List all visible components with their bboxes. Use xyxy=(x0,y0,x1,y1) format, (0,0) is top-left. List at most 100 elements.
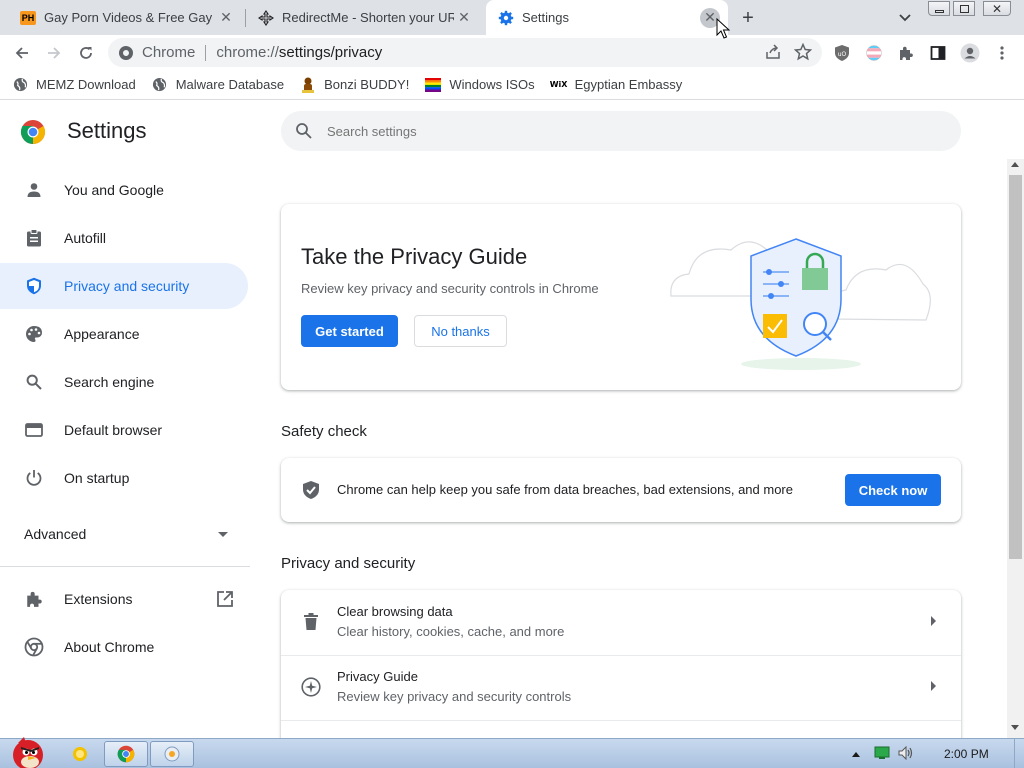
search-settings-box[interactable] xyxy=(281,111,961,151)
search-icon xyxy=(296,123,312,139)
tab-title: RedirectMe - Shorten your UR xyxy=(282,10,454,25)
mouse-cursor-icon xyxy=(716,18,730,39)
windows-taskbar: 2:00 PM xyxy=(0,737,1024,768)
window-close-button[interactable]: ✕ xyxy=(983,1,1011,16)
url-scheme: chrome:// xyxy=(216,44,279,61)
minimize-button[interactable] xyxy=(928,1,950,16)
trash-icon xyxy=(301,612,321,632)
bookmark-label: Bonzi BUDDY! xyxy=(324,77,410,92)
system-tray xyxy=(852,739,916,768)
bookmark-label: Windows ISOs xyxy=(449,77,535,92)
tab-strip: PH Gay Porn Videos & Free Gay M ✕ Redire… xyxy=(0,0,1024,35)
safety-check-description: Chrome can help keep you safe from data … xyxy=(337,482,793,497)
chevron-right-icon xyxy=(931,616,936,626)
sidebar-item-autofill[interactable]: Autofill xyxy=(0,215,248,261)
forward-button[interactable] xyxy=(40,39,68,67)
extensions-puzzle-icon[interactable] xyxy=(892,39,920,67)
network-icon[interactable] xyxy=(874,746,890,763)
search-input[interactable] xyxy=(327,123,927,139)
app-icon xyxy=(164,746,180,762)
sidebar-item-label: Autofill xyxy=(64,230,107,246)
sidebar-item-label: Extensions xyxy=(64,591,133,607)
bookmark-bonzi-buddy[interactable]: Bonzi BUDDY! xyxy=(300,77,409,93)
compass-icon xyxy=(301,677,321,697)
globe-icon xyxy=(152,77,168,93)
tab-title: Gay Porn Videos & Free Gay M xyxy=(44,10,216,25)
taskbar-clock[interactable]: 2:00 PM xyxy=(944,747,989,761)
start-button-angry-bird-icon[interactable] xyxy=(4,731,48,768)
shield-icon xyxy=(24,276,44,296)
row-subtitle: Clear history, cookies, cache, and more xyxy=(337,624,565,639)
bonzi-icon xyxy=(300,77,316,93)
menu-kebab-icon[interactable] xyxy=(988,39,1016,67)
reload-button[interactable] xyxy=(72,39,100,67)
sidebar-item-you-and-google[interactable]: You and Google xyxy=(0,167,248,213)
share-icon[interactable] xyxy=(764,43,782,65)
bookmark-memz[interactable]: MEMZ Download xyxy=(12,77,136,93)
tab-ph[interactable]: PH Gay Porn Videos & Free Gay M ✕ xyxy=(8,0,244,35)
sidebar-item-privacy-and-security[interactable]: Privacy and security xyxy=(0,263,248,309)
tray-expand-icon[interactable] xyxy=(852,751,860,757)
bookmark-star-icon[interactable] xyxy=(793,42,813,65)
maximize-button[interactable] xyxy=(953,1,975,16)
profile-avatar-icon[interactable] xyxy=(956,39,984,67)
sidebar-advanced-toggle[interactable]: Advanced xyxy=(24,526,232,542)
get-started-button[interactable]: Get started xyxy=(301,315,398,347)
folder-icon xyxy=(73,747,87,761)
scroll-down-arrow-icon[interactable] xyxy=(1011,725,1019,730)
clear-browsing-data-row[interactable]: Clear browsing data Clear history, cooki… xyxy=(281,590,961,655)
close-icon[interactable]: ✕ xyxy=(216,8,236,28)
close-icon[interactable]: ✕ xyxy=(454,8,474,28)
ublock-icon[interactable]: uO xyxy=(828,39,856,67)
privacy-guide-title: Take the Privacy Guide xyxy=(301,244,528,269)
privacy-security-card: Clear browsing data Clear history, cooki… xyxy=(281,590,961,738)
scroll-up-arrow-icon[interactable] xyxy=(1011,162,1019,167)
sidebar-item-search-engine[interactable]: Search engine xyxy=(0,359,248,405)
back-button[interactable] xyxy=(8,39,36,67)
bookmark-label: MEMZ Download xyxy=(36,77,136,92)
no-thanks-button[interactable]: No thanks xyxy=(414,315,507,347)
row-title: Clear browsing data xyxy=(337,604,453,619)
sidebar-item-appearance[interactable]: Appearance xyxy=(0,311,248,357)
wix-icon: WiX xyxy=(549,80,568,89)
new-tab-button[interactable]: + xyxy=(736,6,760,30)
taskbar-chrome-button[interactable] xyxy=(104,741,148,767)
bookmark-malware-database[interactable]: Malware Database xyxy=(152,77,284,93)
tab-redirectme[interactable]: RedirectMe - Shorten your UR ✕ xyxy=(246,0,482,35)
bookmark-label: Egyptian Embassy xyxy=(574,77,683,92)
omnibox-separator xyxy=(205,44,207,61)
scroll-thumb[interactable] xyxy=(1009,175,1022,559)
site-chip[interactable]: Chrome xyxy=(118,44,195,61)
sidebar-item-default-browser[interactable]: Default browser xyxy=(0,407,248,453)
rainbow-flag-icon xyxy=(425,77,442,93)
sidebar-item-on-startup[interactable]: On startup xyxy=(0,455,248,501)
taskbar-explorer-button[interactable] xyxy=(58,741,102,767)
tab-search-chevron-icon[interactable] xyxy=(895,8,915,28)
privacy-guide-row[interactable]: Privacy Guide Review key privacy and sec… xyxy=(281,655,961,720)
check-now-button[interactable]: Check now xyxy=(845,474,941,506)
sidebar-item-extensions[interactable]: Extensions xyxy=(0,576,248,622)
advanced-label: Advanced xyxy=(24,526,87,542)
sidebar-item-about-chrome[interactable]: About Chrome xyxy=(0,624,248,670)
show-desktop-button[interactable] xyxy=(1014,739,1024,768)
svg-text:uO: uO xyxy=(838,51,847,58)
bookmark-windows-isos[interactable]: Windows ISOs xyxy=(425,77,535,93)
taskbar-app-button[interactable] xyxy=(150,741,194,767)
row-divider xyxy=(281,720,961,721)
ph-icon: PH xyxy=(20,10,36,25)
url-path: settings/privacy xyxy=(278,44,383,61)
bookmark-label: Malware Database xyxy=(175,77,285,92)
page-scrollbar[interactable] xyxy=(1007,159,1024,738)
volume-icon[interactable] xyxy=(898,745,916,763)
sidebar-item-label: About Chrome xyxy=(64,639,155,655)
puzzle-icon xyxy=(24,589,44,609)
side-panel-icon[interactable] xyxy=(924,39,952,67)
row-title: Privacy Guide xyxy=(337,669,418,684)
bookmark-egyptian-embassy[interactable]: WiX Egyptian Embassy xyxy=(549,77,683,93)
chevron-right-icon xyxy=(931,681,936,691)
privacy-guide-card: Take the Privacy Guide Review key privac… xyxy=(281,204,961,390)
flag-extension-icon[interactable] xyxy=(860,39,888,67)
url-text: chrome://settings/privacy xyxy=(216,44,382,61)
tab-settings[interactable]: Settings ✕ xyxy=(486,0,728,35)
address-bar[interactable]: Chrome chrome://settings/privacy xyxy=(108,38,822,67)
